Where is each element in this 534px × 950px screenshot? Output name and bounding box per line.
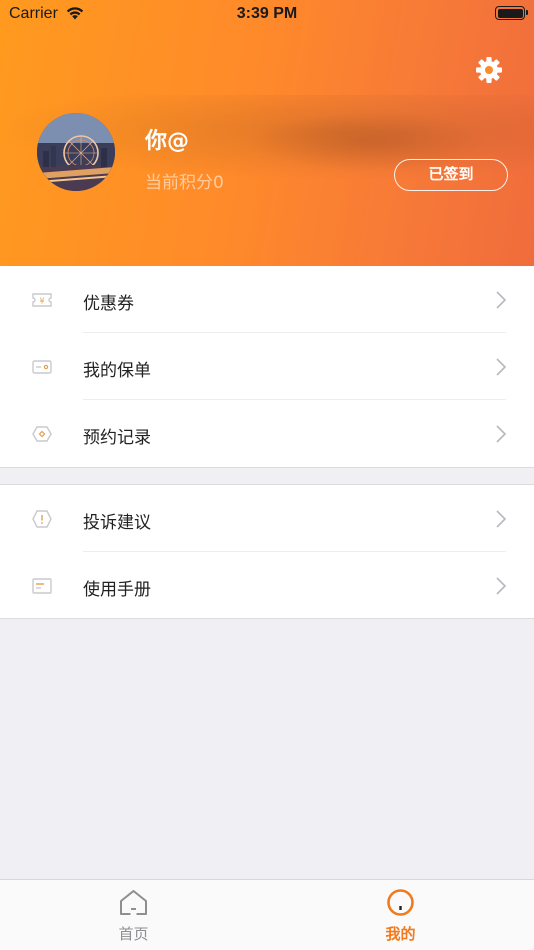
- chevron-right-icon: [496, 291, 507, 309]
- profile-icon: [387, 889, 414, 916]
- menu-item-label: 使用手册: [83, 580, 151, 600]
- battery-icon: [495, 6, 528, 20]
- tab-mine[interactable]: 我的: [267, 880, 534, 950]
- gear-icon[interactable]: [474, 55, 504, 85]
- chevron-right-icon: [496, 358, 507, 376]
- tab-home[interactable]: 首页: [0, 880, 267, 950]
- svg-text:¥: ¥: [39, 297, 44, 306]
- menu-item-coupon[interactable]: ¥ 优惠券: [0, 266, 534, 333]
- card-icon: [32, 360, 52, 374]
- menu-group-primary: ¥ 优惠券 我的保单 预约记录: [0, 266, 534, 468]
- tab-bar: 首页 我的: [0, 879, 534, 950]
- menu-group-secondary: 投诉建议 使用手册: [0, 484, 534, 619]
- chevron-right-icon: [496, 510, 507, 528]
- menu-item-label: 投诉建议: [83, 513, 151, 533]
- menu-item-label: 我的保单: [83, 361, 151, 381]
- menu-item-appointment[interactable]: 预约记录: [0, 400, 534, 467]
- coupon-icon: ¥: [32, 293, 52, 307]
- complaint-icon: [32, 510, 52, 528]
- menu-item-complaint[interactable]: 投诉建议: [0, 485, 534, 552]
- profile-header: Carrier 3:39 PM 你@ 当前积分0 已签到: [0, 0, 534, 266]
- appointment-icon: [32, 426, 52, 442]
- status-bar: Carrier 3:39 PM: [0, 0, 534, 28]
- menu-item-label: 预约记录: [83, 428, 151, 448]
- manual-icon: [32, 578, 52, 594]
- points-text: 当前积分0: [145, 173, 224, 193]
- checkin-button[interactable]: 已签到: [394, 159, 508, 191]
- status-time: 3:39 PM: [236, 5, 298, 22]
- tab-label: 首页: [118, 925, 149, 943]
- menu-item-label: 优惠券: [83, 294, 134, 314]
- avatar[interactable]: [37, 113, 115, 191]
- chevron-right-icon: [496, 425, 507, 443]
- menu-item-policy[interactable]: 我的保单: [0, 333, 534, 400]
- username: 你@: [145, 129, 190, 154]
- chevron-right-icon: [496, 577, 507, 595]
- menu-item-manual[interactable]: 使用手册: [0, 552, 534, 619]
- tab-label: 我的: [385, 925, 416, 943]
- home-icon: [120, 890, 147, 915]
